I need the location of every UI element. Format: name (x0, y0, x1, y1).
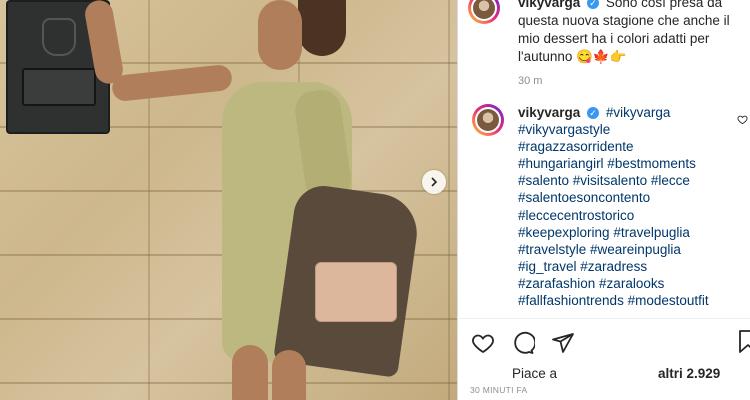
chevron-right-icon (431, 177, 438, 187)
hashtag[interactable]: #ig_travel #zaradress (518, 258, 740, 275)
share-button[interactable] (550, 330, 576, 356)
verified-badge-icon: ✓ (587, 0, 600, 10)
hashtag[interactable]: #leccecentrostorico (518, 207, 740, 224)
comment-avatar[interactable] (472, 104, 504, 136)
caption-username[interactable]: vikyvarga (518, 0, 580, 10)
bookmark-icon (739, 330, 750, 353)
like-button[interactable] (470, 330, 496, 356)
hashtag[interactable]: #zarafashion #zaralooks (518, 275, 740, 292)
caption: vikyvarga ✓ Sono così presa da questa nu… (518, 0, 743, 66)
hashtag[interactable]: #fallfashiontrends #modestoutfit (518, 292, 740, 309)
divider (457, 318, 750, 319)
carousel-next-button[interactable] (422, 170, 446, 194)
comment-icon (514, 331, 535, 354)
hashtag[interactable]: #salento #visitsalento #lecce (518, 172, 740, 189)
hashtag[interactable]: #salentoesoncontento (518, 189, 740, 206)
action-bar (470, 330, 576, 356)
post-time[interactable]: 30 minuti fa (470, 385, 527, 395)
comment-like-button[interactable] (737, 114, 748, 128)
hashtag[interactable]: #keepexploring #travelpuglia (518, 224, 740, 241)
post-photo (0, 0, 457, 400)
instagram-post: vikyvarga ✓ Sono così presa da questa nu… (0, 0, 750, 400)
hashtag-comment: vikyvarga ✓ #vikyvarga #vikyvargastyle #… (518, 104, 740, 309)
likes-prefix: Piace a (512, 366, 558, 381)
caption-time[interactable]: 30 m (518, 75, 542, 87)
verified-badge-icon: ✓ (587, 107, 600, 120)
hashtag[interactable]: #hungariangirl #bestmoments (518, 155, 740, 172)
send-icon (552, 333, 574, 353)
hashtag[interactable]: #vikyvargastyle (518, 121, 740, 138)
hashtag[interactable]: #vikyvarga (606, 105, 671, 120)
save-button[interactable] (738, 330, 750, 356)
heart-icon (472, 334, 494, 354)
comment-button[interactable] (510, 330, 536, 356)
likes-count[interactable]: altri 2.929 (658, 366, 720, 381)
hashtag[interactable]: #ragazzasorridente (518, 138, 740, 155)
hashtag[interactable]: #travelstyle #weareinpuglia (518, 241, 740, 258)
handbag (315, 262, 397, 322)
heart-icon (737, 115, 748, 125)
comment-username[interactable]: vikyvarga (518, 105, 580, 120)
